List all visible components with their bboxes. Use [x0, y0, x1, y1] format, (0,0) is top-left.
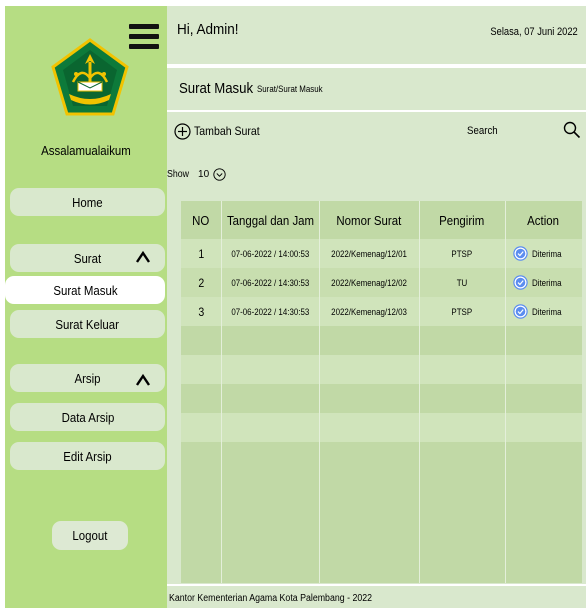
check-circle-icon: [513, 304, 528, 319]
show-entries-select[interactable]: 10: [198, 168, 226, 181]
action-label: Diterima: [532, 248, 562, 259]
chevron-down-circle-icon: [213, 168, 226, 181]
kemenag-logo: [51, 38, 129, 116]
breadcrumb: Surat/Surat Masuk: [257, 84, 323, 94]
sidebar-item-label: Surat Keluar: [55, 316, 120, 332]
check-circle-icon: [513, 275, 528, 290]
admin-greeting: Hi, Admin!: [177, 21, 239, 38]
cell-no: 3: [198, 304, 204, 319]
footer: Kantor Kementerian Agama Kota Palembang …: [167, 584, 586, 608]
main-content: Tambah Surat Search : Show 10 NO Tanggal…: [167, 110, 586, 584]
action-diterima[interactable]: Diterima: [505, 268, 582, 297]
greeting-text: Assalamualaikum: [41, 143, 131, 158]
cell-nomor: 2022/Kemenag/12/02: [331, 277, 407, 288]
column-divider: [319, 201, 320, 583]
table-row-empty: [181, 413, 582, 442]
cell-pengirim: PTSP: [451, 248, 473, 259]
action-diterima[interactable]: Diterima: [505, 297, 582, 326]
show-entries: Show 10: [167, 168, 226, 181]
sidebar-item-label: Home: [72, 194, 103, 210]
logout-button[interactable]: Logout: [52, 521, 128, 550]
cell-no: 1: [198, 246, 204, 261]
table-row: 2 07-06-2022 / 14:30:53 2022/Kemenag/12/…: [181, 268, 582, 297]
plus-circle-icon: [174, 122, 191, 140]
table-row: 1 07-06-2022 / 14:00:53 2022/Kemenag/12/…: [181, 239, 582, 268]
action-label: Diterima: [532, 277, 562, 288]
current-date: Selasa, 07 Juni 2022: [490, 26, 578, 38]
column-header-nomor: Nomor Surat: [336, 212, 402, 228]
table-row-empty: [181, 384, 582, 413]
table-row-empty: [181, 326, 582, 355]
sidebar-item-surat[interactable]: Surat: [10, 244, 165, 272]
sidebar-item-surat-keluar[interactable]: Surat Keluar: [10, 310, 165, 338]
cell-tanggal: 07-06-2022 / 14:30:53: [231, 277, 309, 288]
show-entries-value: 10: [198, 169, 210, 180]
top-bar: Hi, Admin! Selasa, 07 Juni 2022: [167, 6, 586, 64]
chevron-up-icon[interactable]: [135, 373, 151, 387]
sidebar-item-data-arsip[interactable]: Data Arsip: [10, 403, 165, 431]
check-circle-icon: [513, 246, 528, 261]
cell-pengirim: PTSP: [451, 306, 473, 317]
sidebar-item-edit-arsip[interactable]: Edit Arsip: [10, 442, 165, 470]
cell-nomor: 2022/Kemenag/12/03: [331, 306, 407, 317]
logout-label: Logout: [72, 528, 108, 543]
add-surat-button[interactable]: Tambah Surat: [174, 120, 269, 142]
column-divider: [221, 201, 222, 583]
cell-tanggal: 07-06-2022 / 14:30:53: [231, 306, 309, 317]
footer-text: Kantor Kementerian Agama Kota Palembang …: [169, 593, 373, 604]
action-diterima[interactable]: Diterima: [505, 239, 582, 268]
column-header-action: Action: [527, 212, 560, 228]
column-header-pengirim: Pengirim: [439, 212, 485, 228]
column-header-no: NO: [192, 212, 210, 228]
search-input[interactable]: [501, 118, 571, 144]
column-divider: [505, 201, 506, 583]
sidebar-item-surat-masuk[interactable]: Surat Masuk: [5, 276, 165, 304]
page-header: Surat Masuk Surat/Surat Masuk: [167, 64, 586, 110]
cell-tanggal: 07-06-2022 / 14:00:53: [231, 248, 309, 259]
column-header-tanggal: Tanggal dan Jam: [226, 212, 314, 228]
add-surat-label: Tambah Surat: [194, 124, 260, 138]
sidebar: Assalamualaikum Home Surat Surat Masuk S…: [5, 6, 167, 608]
sidebar-item-label: Data Arsip: [61, 409, 114, 425]
page-title: Surat Masuk: [179, 80, 254, 97]
table-row-empty: [181, 355, 582, 384]
chevron-up-icon[interactable]: [135, 250, 151, 264]
cell-no: 2: [198, 275, 204, 290]
sidebar-item-label: Edit Arsip: [63, 448, 112, 464]
sidebar-item-home[interactable]: Home: [10, 188, 165, 216]
action-label: Diterima: [532, 306, 562, 317]
hamburger-menu-icon[interactable]: [129, 24, 159, 50]
table-row: 3 07-06-2022 / 14:30:53 2022/Kemenag/12/…: [181, 297, 582, 326]
surat-table: NO Tanggal dan Jam Nomor Surat Pengirim …: [181, 201, 582, 583]
search-icon[interactable]: [563, 121, 581, 139]
show-label: Show: [167, 169, 190, 180]
sidebar-item-arsip[interactable]: Arsip: [10, 364, 165, 392]
column-divider: [419, 201, 420, 583]
cell-nomor: 2022/Kemenag/12/01: [331, 248, 407, 259]
sidebar-item-label: Surat Masuk: [52, 282, 118, 298]
search-label: Search :: [467, 125, 504, 137]
table-header: NO Tanggal dan Jam Nomor Surat Pengirim …: [181, 201, 582, 239]
cell-pengirim: TU: [456, 277, 468, 288]
